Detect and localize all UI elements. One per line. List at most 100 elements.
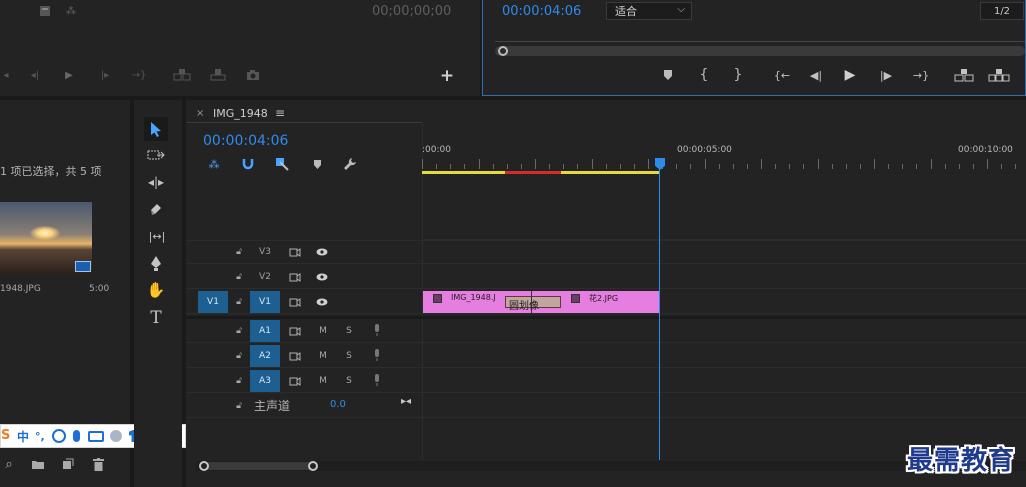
lane-a2[interactable]	[422, 344, 1026, 368]
solo-button[interactable]: S	[342, 324, 356, 338]
eye-icon[interactable]	[315, 270, 329, 284]
add-marker-icon[interactable]	[310, 157, 324, 171]
sequence-tab-name[interactable]: IMG_1948	[213, 107, 268, 120]
program-scroll-track[interactable]	[495, 46, 1025, 56]
sync-lock-icon[interactable]	[288, 295, 302, 309]
go-to-ends-icon[interactable]: ▸◂	[401, 396, 411, 407]
mark-in-icon[interactable]: {	[697, 67, 711, 83]
eye-icon[interactable]	[315, 245, 329, 259]
track-target-a2[interactable]: A2	[250, 345, 280, 367]
zoom-handle-left[interactable]	[199, 461, 209, 471]
linked-selection-icon[interactable]	[274, 156, 290, 172]
mic-icon[interactable]	[370, 373, 384, 387]
zoom-handle-right[interactable]	[308, 461, 318, 471]
program-timecode[interactable]: 00:00:04:06	[502, 4, 581, 19]
zoom-select[interactable]: 适合 ⌵	[606, 2, 692, 20]
film-icon[interactable]	[38, 4, 52, 18]
wrench-icon[interactable]	[342, 156, 358, 172]
razor-tool-icon[interactable]	[146, 200, 166, 218]
lane-a1[interactable]	[422, 319, 1026, 343]
sync-lock-icon[interactable]	[288, 374, 302, 388]
solo-button[interactable]: S	[342, 374, 356, 388]
lane-v3[interactable]	[422, 240, 1026, 264]
overwrite-icon[interactable]	[208, 67, 228, 83]
trash-icon[interactable]	[90, 456, 106, 472]
type-tool-icon[interactable]: T	[146, 308, 166, 328]
ime-mic-icon[interactable]	[72, 430, 80, 442]
lock-icon[interactable]: 🔓︎	[232, 399, 246, 413]
ime-logo-icon[interactable]: S	[1, 429, 13, 443]
extract-icon[interactable]	[987, 67, 1011, 83]
timeline-zoom-thumb[interactable]	[202, 462, 316, 470]
sync-lock-icon[interactable]	[288, 245, 302, 259]
ime-user-icon[interactable]	[109, 430, 122, 442]
go-to-out-icon[interactable]: →}	[911, 67, 931, 83]
go-to-out-icon[interactable]: →}	[130, 68, 148, 82]
sync-lock-icon[interactable]	[288, 270, 302, 284]
lock-icon[interactable]: 🔓︎	[232, 295, 246, 309]
lock-icon[interactable]: 🔓︎	[232, 374, 246, 388]
camera-icon[interactable]	[244, 67, 262, 83]
program-time-ruler[interactable]	[495, 34, 1025, 42]
go-to-in-icon[interactable]: {←	[773, 67, 791, 83]
resolution-select[interactable]: 1/2	[980, 2, 1024, 20]
new-bin-icon[interactable]	[30, 457, 46, 471]
lane-master[interactable]	[422, 394, 1026, 418]
mute-button[interactable]: M	[316, 374, 330, 388]
lane-a3[interactable]	[422, 369, 1026, 393]
program-scroll-handle[interactable]	[498, 46, 508, 56]
timeline-timecode[interactable]: 00:00:04:06	[203, 133, 288, 149]
ime-emoji-icon[interactable]	[51, 429, 66, 443]
step-back-icon[interactable]: ◂|	[28, 68, 42, 82]
play-icon[interactable]: ▶	[62, 67, 76, 83]
play-icon[interactable]: ▶	[841, 66, 859, 84]
solo-button[interactable]: S	[342, 349, 356, 363]
search-icon[interactable]: ⌕	[2, 456, 16, 472]
snap-icon[interactable]	[240, 157, 256, 171]
track-target-a1[interactable]: A1	[250, 320, 280, 342]
track-target-v1[interactable]: V1	[250, 291, 280, 313]
lock-icon[interactable]: 🔓︎	[232, 270, 246, 284]
new-item-icon[interactable]	[60, 457, 76, 471]
mute-button[interactable]: M	[316, 324, 330, 338]
source-patch-v1[interactable]: V1	[198, 291, 228, 313]
slip-tool-icon[interactable]: |↔|	[146, 227, 168, 245]
ime-mode[interactable]: 中	[17, 428, 29, 445]
lock-icon[interactable]: 🔓︎	[232, 349, 246, 363]
sync-lock-icon[interactable]	[288, 349, 302, 363]
waveform-icon[interactable]: ⁂	[62, 4, 80, 18]
playhead-line[interactable]	[659, 168, 660, 460]
step-forward-icon[interactable]: |▸	[98, 68, 112, 82]
nest-sequences-icon[interactable]: ⁂	[206, 157, 222, 171]
eye-icon[interactable]	[315, 295, 329, 309]
mic-icon[interactable]	[370, 323, 384, 337]
ripple-edit-tool-icon[interactable]: ◂|▸	[146, 173, 166, 191]
mark-out-icon[interactable]: }	[731, 67, 745, 83]
hand-tool-icon[interactable]: ✋	[146, 281, 166, 299]
master-volume-value[interactable]: 0.0	[330, 399, 346, 410]
ime-keyboard-icon[interactable]	[87, 430, 104, 442]
lift-icon[interactable]	[953, 67, 975, 83]
insert-icon[interactable]	[172, 67, 192, 83]
close-tab-icon[interactable]: ×	[196, 108, 204, 119]
mute-button[interactable]: M	[316, 349, 330, 363]
lane-v2[interactable]	[422, 265, 1026, 289]
lock-icon[interactable]: 🔓︎	[232, 324, 246, 338]
tab-menu-icon[interactable]: ≡	[275, 106, 285, 120]
clip-name[interactable]: 1948.JPG	[0, 284, 41, 294]
track-target-a3[interactable]: A3	[250, 370, 280, 392]
selection-tool-icon[interactable]	[144, 117, 168, 141]
pen-tool-icon[interactable]	[146, 254, 166, 272]
track-target-v3[interactable]: V3	[250, 241, 280, 263]
step-back-icon[interactable]: ◀|	[807, 67, 825, 83]
mic-icon[interactable]	[370, 348, 384, 362]
source-timecode[interactable]: 00;00;00;00	[372, 4, 451, 19]
lock-icon[interactable]: 🔓︎	[232, 245, 246, 259]
sync-lock-icon[interactable]	[288, 324, 302, 338]
add-button-icon[interactable]: +	[440, 66, 454, 86]
step-forward-icon[interactable]: |▶	[877, 67, 895, 83]
track-target-v2[interactable]: V2	[250, 266, 280, 288]
ime-punct[interactable]: °,	[35, 430, 45, 443]
go-to-in-icon[interactable]: ◂	[0, 68, 12, 82]
add-marker-icon[interactable]	[661, 68, 675, 82]
